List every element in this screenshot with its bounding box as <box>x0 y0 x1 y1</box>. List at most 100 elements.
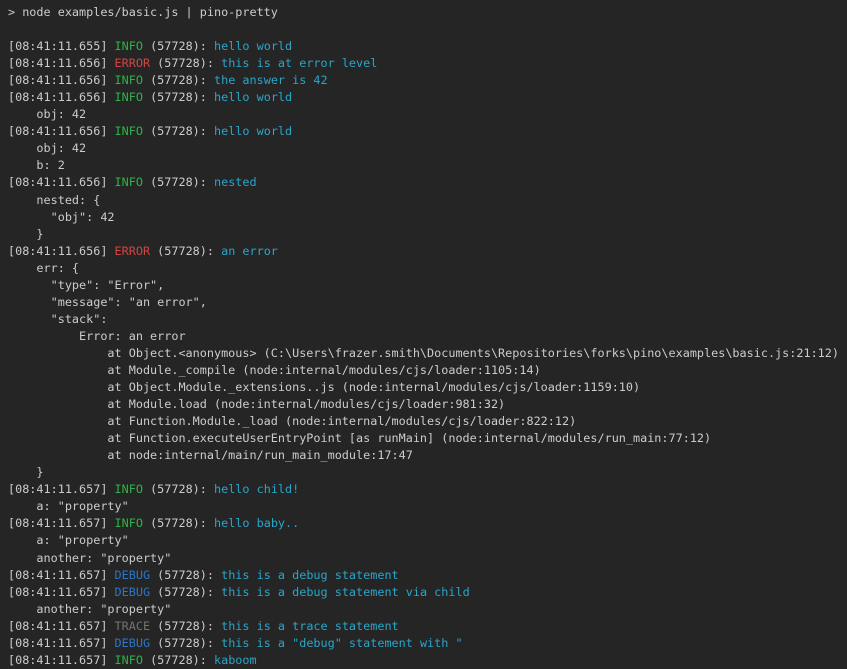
log-level-info: INFO <box>115 39 143 53</box>
terminal-output: > node examples/basic.js | pino-pretty [… <box>8 4 847 669</box>
log-line: [08:41:11.656] ERROR (57728): this is at… <box>8 55 847 72</box>
log-level-info: INFO <box>115 124 143 138</box>
log-line: [08:41:11.655] INFO (57728): hello world <box>8 38 847 55</box>
log-text: nested: { <box>8 193 100 207</box>
log-message: nested <box>214 175 257 189</box>
log-text: at Function.executeUserEntryPoint [as ru… <box>8 431 711 445</box>
log-line: another: "property" <box>8 601 847 618</box>
log-text: another: "property" <box>8 602 171 616</box>
log-level-debug: DEBUG <box>115 568 151 582</box>
log-text: a: "property" <box>8 533 129 547</box>
log-line: b: 2 <box>8 157 847 174</box>
log-level-info: INFO <box>115 73 143 87</box>
log-line: [08:41:11.657] INFO (57728): kaboom <box>8 652 847 669</box>
log-text: [08:41:11.656] <box>8 175 115 189</box>
log-text: (57728): <box>150 636 221 650</box>
log-line: [08:41:11.657] DEBUG (57728): this is a … <box>8 584 847 601</box>
log-line: [08:41:11.657] INFO (57728): hello baby.… <box>8 515 847 532</box>
log-message: this is a trace statement <box>221 619 399 633</box>
log-text: [08:41:11.657] <box>8 636 115 650</box>
log-text: (57728): <box>150 619 221 633</box>
log-text: (57728): <box>150 244 221 258</box>
command-line: > node examples/basic.js | pino-pretty <box>8 4 847 21</box>
log-line: err: { <box>8 260 847 277</box>
log-text: [08:41:11.657] <box>8 516 115 530</box>
log-text: (57728): <box>143 516 214 530</box>
log-text: [08:41:11.657] <box>8 568 115 582</box>
log-text: "type": "Error", <box>8 278 164 292</box>
log-level-error: ERROR <box>115 56 151 70</box>
log-text: at Module.load (node:internal/modules/cj… <box>8 397 505 411</box>
log-line: } <box>8 464 847 481</box>
log-line: "type": "Error", <box>8 277 847 294</box>
blank-line <box>8 21 847 38</box>
log-text: } <box>8 227 44 241</box>
log-line: [08:41:11.656] INFO (57728): hello world <box>8 123 847 140</box>
log-text: [08:41:11.656] <box>8 73 115 87</box>
log-text: err: { <box>8 261 79 275</box>
log-level-info: INFO <box>115 516 143 530</box>
log-line: "stack": <box>8 311 847 328</box>
terminal-window[interactable]: > node examples/basic.js | pino-pretty [… <box>0 0 847 669</box>
log-message: hello child! <box>214 482 299 496</box>
log-message: the answer is 42 <box>214 73 328 87</box>
log-line: at Function.Module._load (node:internal/… <box>8 413 847 430</box>
log-text: at Object.Module._extensions..js (node:i… <box>8 380 640 394</box>
log-text: at Function.Module._load (node:internal/… <box>8 414 576 428</box>
log-message: hello world <box>214 90 292 104</box>
log-text: [08:41:11.656] <box>8 56 115 70</box>
log-line: "message": "an error", <box>8 294 847 311</box>
log-level-info: INFO <box>115 90 143 104</box>
log-text: Error: an error <box>8 329 186 343</box>
log-text: "message": "an error", <box>8 295 207 309</box>
log-line: at Module._compile (node:internal/module… <box>8 362 847 379</box>
log-line: at node:internal/main/run_main_module:17… <box>8 447 847 464</box>
log-message: hello world <box>214 39 292 53</box>
log-text: another: "property" <box>8 551 171 565</box>
log-text: b: 2 <box>8 158 65 172</box>
log-message: this is at error level <box>221 56 377 70</box>
log-line: at Function.executeUserEntryPoint [as ru… <box>8 430 847 447</box>
log-text: (57728): <box>143 39 214 53</box>
log-text: at Object.<anonymous> (C:\Users\frazer.s… <box>8 346 839 360</box>
log-line: [08:41:11.657] INFO (57728): hello child… <box>8 481 847 498</box>
log-line: at Object.Module._extensions..js (node:i… <box>8 379 847 396</box>
log-text: (57728): <box>143 90 214 104</box>
log-line: [08:41:11.657] DEBUG (57728): this is a … <box>8 635 847 652</box>
log-text: [08:41:11.655] <box>8 39 115 53</box>
log-message: kaboom <box>214 653 257 667</box>
log-line: obj: 42 <box>8 140 847 157</box>
log-level-debug: DEBUG <box>115 636 151 650</box>
log-text: at node:internal/main/run_main_module:17… <box>8 448 413 462</box>
log-text: at Module._compile (node:internal/module… <box>8 363 541 377</box>
log-text: "stack": <box>8 312 107 326</box>
log-line: at Module.load (node:internal/modules/cj… <box>8 396 847 413</box>
log-line: a: "property" <box>8 498 847 515</box>
log-line: [08:41:11.656] INFO (57728): the answer … <box>8 72 847 89</box>
log-line: [08:41:11.657] TRACE (57728): this is a … <box>8 618 847 635</box>
log-line: Error: an error <box>8 328 847 345</box>
log-line: [08:41:11.656] ERROR (57728): an error <box>8 243 847 260</box>
log-message: hello world <box>214 124 292 138</box>
log-message: this is a debug statement <box>221 568 399 582</box>
log-text: (57728): <box>143 175 214 189</box>
log-level-trace: TRACE <box>115 619 151 633</box>
log-message: this is a "debug" statement with " <box>221 636 462 650</box>
log-text: [08:41:11.657] <box>8 482 115 496</box>
log-text: [08:41:11.657] <box>8 619 115 633</box>
log-text: (57728): <box>150 585 221 599</box>
log-text: [08:41:11.656] <box>8 124 115 138</box>
log-text: [08:41:11.656] <box>8 244 115 258</box>
log-level-info: INFO <box>115 482 143 496</box>
log-line: [08:41:11.656] INFO (57728): hello world <box>8 89 847 106</box>
log-line: } <box>8 226 847 243</box>
log-line: another: "property" <box>8 550 847 567</box>
log-text: (57728): <box>143 124 214 138</box>
log-text: (57728): <box>143 73 214 87</box>
log-line: [08:41:11.657] DEBUG (57728): this is a … <box>8 567 847 584</box>
log-text: [08:41:11.657] <box>8 653 115 667</box>
log-level-info: INFO <box>115 175 143 189</box>
log-line: at Object.<anonymous> (C:\Users\frazer.s… <box>8 345 847 362</box>
log-level-debug: DEBUG <box>115 585 151 599</box>
log-line: nested: { <box>8 192 847 209</box>
